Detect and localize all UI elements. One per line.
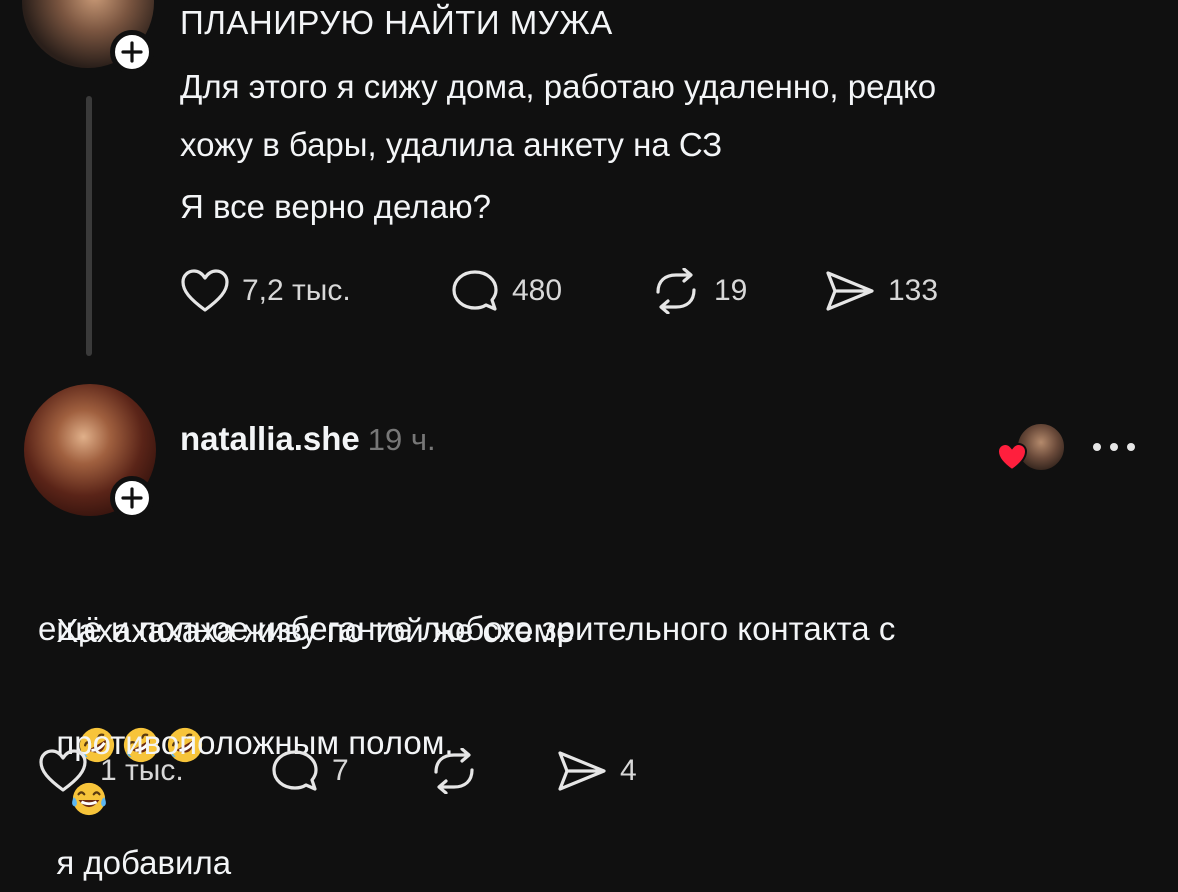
post-body-line-3: Я все верно делаю? [180,188,492,225]
comment-button[interactable]: 480 [450,268,562,314]
red-heart-icon [996,442,1028,472]
more-options-button[interactable] [1090,432,1140,462]
reply-username[interactable]: natallia.she [180,420,360,458]
thread-line [86,96,92,356]
reply-repost-button[interactable] [428,748,492,794]
heart-icon [181,269,229,312]
reply-comment-button[interactable]: 7 [270,748,349,794]
post-body-line-2: хожу в бары, удалила анкету на СЗ [180,126,723,163]
reply-text-part-2: я добавила [56,844,232,881]
reply-like-button[interactable]: 1 тыс. [38,748,184,794]
send-icon [826,271,874,311]
post-title: ПЛАНИРУЮ НАЙТИ МУЖА [180,4,613,41]
reply-header: natallia.she 19 ч. [180,420,436,458]
more-dots-icon [1093,443,1135,451]
share-button[interactable]: 133 [822,268,938,314]
comment-bubble-icon [272,750,318,791]
heart-icon [39,749,87,792]
reply-time: 19 ч. [367,422,436,457]
reply-share-button[interactable]: 4 [554,748,637,794]
comment-bubble-icon [452,270,498,311]
repost-button[interactable]: 19 [650,268,747,314]
plus-icon [121,41,143,63]
like-button[interactable]: 7,2 тыс. [180,268,351,314]
plus-icon [121,487,143,509]
reply-comment-count: 7 [332,754,349,787]
reply-like-count: 1 тыс. [100,754,184,787]
author-liked-indicator [996,420,1068,476]
like-count: 7,2 тыс. [242,274,351,307]
follow-plus-button[interactable] [110,30,154,74]
send-icon [558,751,606,791]
reply-body-line-2: ещё и полное избегание любого зрительног… [38,610,896,647]
repost-icon [656,268,696,314]
repost-icon [434,748,474,794]
repost-count: 19 [714,274,748,307]
post-body-line-1: Для этого я сижу дома, работаю удаленно,… [180,68,937,105]
follow-plus-button-reply[interactable] [110,476,154,520]
reply-share-count: 4 [620,754,637,787]
comment-count: 480 [512,274,563,307]
reply-body-line-3: противоположным полом. [38,656,454,830]
share-count: 133 [888,274,939,307]
